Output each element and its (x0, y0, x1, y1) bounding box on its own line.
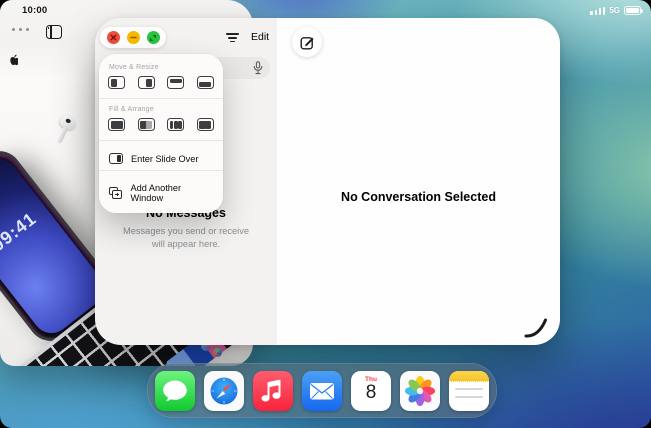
ipad-screen: 09:41 Edit (0, 0, 651, 428)
fill-arrange-options (108, 118, 214, 131)
slide-over-icon (109, 153, 123, 164)
window-arrange-menu: Move & Resize Fill & Arrange Enter Slide… (99, 54, 223, 213)
webpage-avatar (213, 348, 222, 357)
menu-section-label: Fill & Arrange (109, 106, 213, 113)
dock-app-calendar[interactable]: Thu 8 (351, 371, 391, 411)
split-two-columns-icon[interactable] (138, 118, 155, 131)
mail-icon (302, 371, 342, 411)
menu-divider (99, 140, 223, 141)
edit-button[interactable]: Edit (251, 31, 269, 43)
dock-app-safari[interactable] (204, 371, 244, 411)
menu-divider (99, 170, 223, 171)
messages-icon (155, 371, 195, 411)
network-label: 5G (609, 6, 620, 15)
fill-screen-icon[interactable] (108, 118, 125, 131)
signal-bars-icon (590, 7, 605, 15)
filter-icon[interactable] (225, 33, 239, 43)
compose-button[interactable] (292, 27, 322, 57)
iphone-lockscreen-time: 09:41 (0, 199, 52, 265)
microphone-icon[interactable] (253, 61, 263, 75)
arrange-top-half-icon[interactable] (167, 76, 184, 89)
move-resize-options (108, 76, 214, 89)
menu-section-label: Move & Resize (109, 64, 213, 71)
dock-app-messages[interactable] (155, 371, 195, 411)
calendar-day-label: 8 (351, 383, 391, 403)
status-indicators: 5G (590, 6, 641, 15)
safari-icon (204, 371, 244, 411)
arrange-right-half-icon[interactable] (138, 76, 155, 89)
corner-resize-indicator[interactable] (523, 317, 549, 339)
menu-item-enter-slide-over[interactable]: Enter Slide Over (108, 148, 214, 170)
window-more-icon[interactable] (12, 28, 29, 31)
menu-item-add-window[interactable]: Add Another Window (108, 178, 214, 205)
window-controls (100, 27, 166, 48)
close-button[interactable] (107, 31, 120, 44)
compose-icon (300, 35, 315, 50)
arrange-bottom-half-icon[interactable] (197, 76, 214, 89)
dock: Thu 8 (147, 363, 497, 418)
conversation-pane: No Conversation Selected (277, 18, 560, 345)
dock-app-photos[interactable] (400, 371, 440, 411)
music-icon (253, 371, 293, 411)
photos-icon (400, 371, 440, 411)
arrange-left-half-icon[interactable] (108, 76, 125, 89)
empty-state-subtitle: Messages you send or receive will appear… (116, 225, 256, 251)
fullscreen-button[interactable] (147, 31, 160, 44)
battery-icon (624, 6, 641, 15)
menu-divider (99, 98, 223, 99)
status-time: 10:00 (22, 5, 47, 16)
grid-four-windows-icon[interactable] (197, 118, 214, 131)
dock-app-music[interactable] (253, 371, 293, 411)
sidebar-toggle-icon[interactable] (46, 25, 62, 39)
no-conversation-label: No Conversation Selected (277, 190, 560, 204)
split-three-columns-icon[interactable] (167, 118, 184, 131)
notes-yellow-band (449, 371, 489, 382)
dock-app-notes[interactable] (449, 371, 489, 411)
airpod-product-image (58, 113, 78, 132)
dock-app-mail[interactable] (302, 371, 342, 411)
apple-logo-icon (7, 54, 18, 67)
add-window-icon (109, 187, 122, 199)
minimize-button[interactable] (127, 31, 140, 44)
